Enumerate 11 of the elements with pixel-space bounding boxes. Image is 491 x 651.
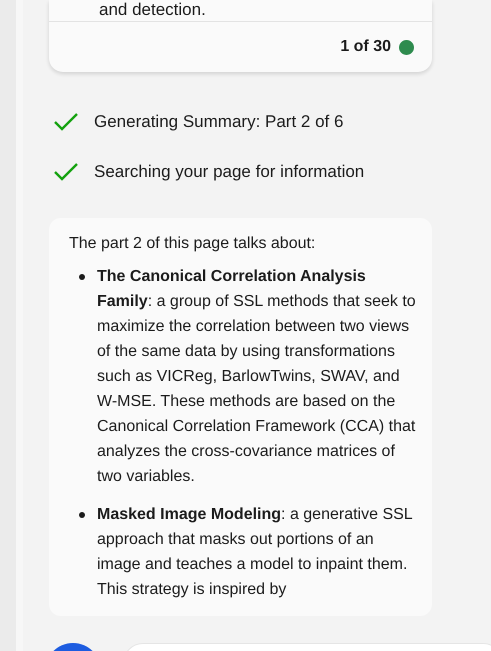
bullet-icon xyxy=(79,512,85,518)
step-label: Generating Summary: Part 2 of 6 xyxy=(94,111,344,134)
bullet-text: The Canonical Correlation Analysis Family: a group of SSL methods that seek to maximize the correlation between two views of the same data by using transformations such as VICReg, BarlowTwins, SWAV, and W-MSE. These methods are based on the Canonical Correlation Framework (CCA) that analyzes the cross-covariance matrices of two variables. xyxy=(97,267,416,487)
summary-intro: The part 2 of this page talks about: xyxy=(69,234,316,254)
bullet-text: Masked Image Modeling: a generative SSL approach that masks out portions of an image and teaches a model to inpaint them. This strategy is inspired by xyxy=(97,505,414,600)
check-icon xyxy=(53,162,79,182)
check-icon xyxy=(53,112,79,132)
citation-counter: 1 of 30 xyxy=(340,37,391,57)
source-text: and detection. xyxy=(99,0,207,20)
step-label: Searching your page for information xyxy=(94,161,364,184)
bullet-icon xyxy=(79,274,85,280)
